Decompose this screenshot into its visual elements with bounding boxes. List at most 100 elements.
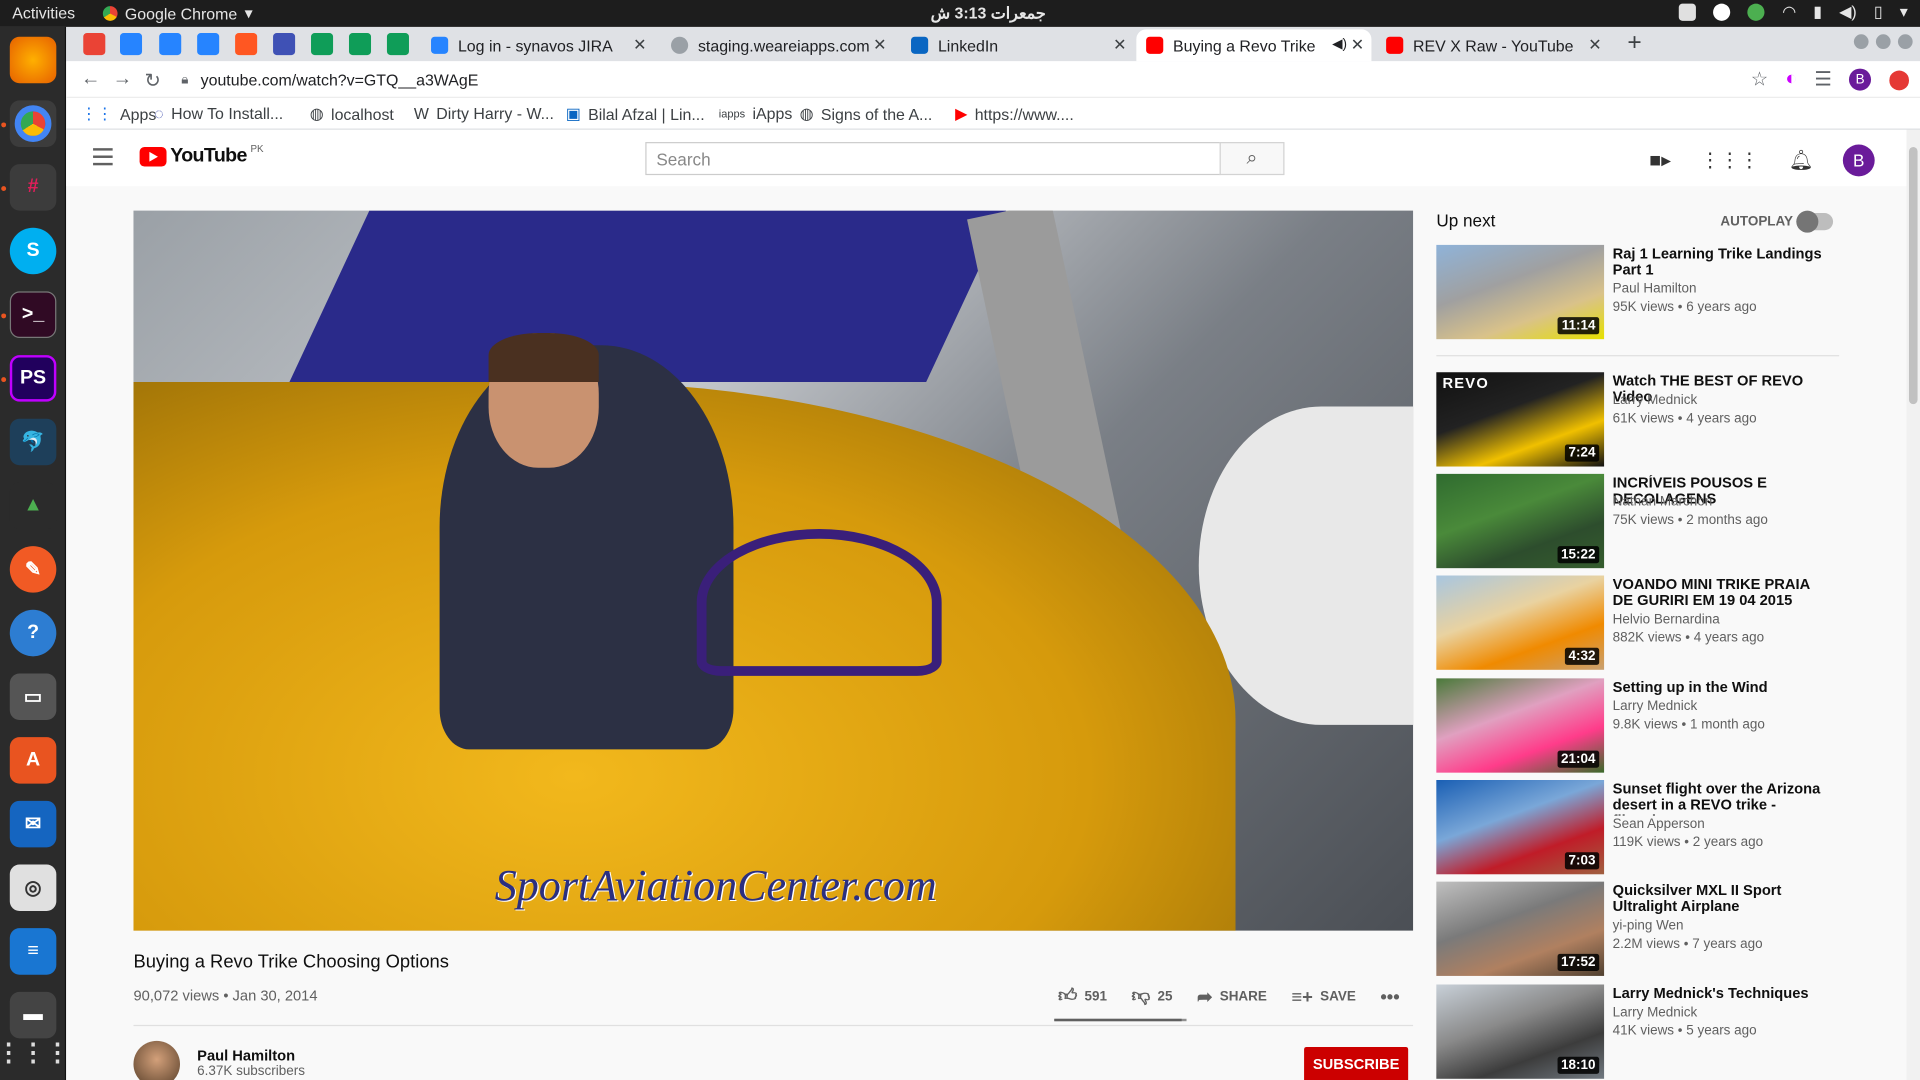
check-tray-icon[interactable] [1747, 3, 1766, 21]
video-title[interactable]: Setting up in the Wind [1613, 680, 1827, 696]
sheets-pinned-tab-1[interactable] [311, 33, 334, 56]
channel-name[interactable]: Larry Mednick [1613, 393, 1698, 408]
sheets-pinned-tab-3[interactable] [386, 33, 409, 56]
bookmark-iapps[interactable]: iapps iApps [719, 104, 793, 122]
bookmark-apps[interactable]: ⋮⋮ Apps [81, 104, 156, 124]
bookmark-dirty-harry[interactable]: W Dirty Harry - W... [414, 104, 554, 122]
new-tab-button[interactable]: + [1627, 29, 1641, 57]
up-next-video-card[interactable]: 18:10 Larry Mednick's Techniques Larry Med… [1436, 984, 1840, 1080]
back-icon[interactable]: ← [81, 69, 101, 91]
video-title[interactable]: Sunset flight over the Arizona desert in… [1613, 781, 1827, 815]
profile-avatar[interactable]: B [1849, 68, 1872, 91]
minimize-icon[interactable] [1853, 34, 1869, 49]
jira-pinned-tab-2[interactable] [159, 33, 182, 56]
video-title[interactable]: VOANDO MINI TRIKE PRAIA DE GURIRI EM 19 … [1613, 577, 1827, 609]
phpstorm-icon[interactable]: PS [9, 355, 57, 402]
account-avatar[interactable]: B [1842, 144, 1875, 177]
url-text[interactable]: youtube.com/watch?v=GTQ__a3WAgE [201, 70, 479, 88]
calendar-pinned-tab[interactable] [273, 33, 296, 56]
video-thumbnail[interactable]: 15:22 [1436, 473, 1605, 569]
bookmark-signs[interactable]: ◍ Signs of the A... [800, 104, 933, 124]
close-window-icon[interactable] [1897, 34, 1913, 49]
reload-icon[interactable]: ↻ [144, 69, 160, 93]
address-bar[interactable]: 🔒︎ youtube.com/watch?v=GTQ__a3WAgE [174, 65, 1766, 94]
lock-icon[interactable]: ▮ [1813, 2, 1822, 22]
channel-name[interactable]: Larry Mednick [1613, 1005, 1698, 1020]
channel-name[interactable]: Larry Mednick [1613, 699, 1698, 714]
apps-grid-icon[interactable]: ⋮⋮⋮ [1700, 148, 1759, 172]
youtube-logo[interactable]: YouTube PK [139, 143, 264, 168]
like-button[interactable]: 👍︎ 591 [1058, 986, 1107, 1008]
bookmark-how-to-install[interactable]: ◌ How To Install... [154, 104, 283, 122]
tab-rev-x[interactable]: REV X Raw - YouTube ✕ [1376, 29, 1609, 61]
up-next-video-card[interactable]: 21:04 Setting up in the Wind Larry Mednick… [1436, 678, 1840, 774]
dislike-button[interactable]: 👎︎ 25 [1131, 986, 1172, 1008]
postman-icon[interactable]: ✎ [9, 546, 57, 593]
app-menu[interactable]: Google Chrome ▾ [102, 4, 253, 24]
channel-avatar[interactable] [133, 1040, 181, 1080]
forward-icon[interactable]: → [113, 69, 133, 91]
video-title[interactable]: Quicksilver MXL II Sport Ultralight Airp… [1613, 883, 1827, 915]
jira-pinned-tab-3[interactable] [197, 33, 220, 56]
page-scrollbar[interactable] [1906, 129, 1920, 1080]
lock-icon[interactable]: 🔒︎ [181, 72, 188, 88]
video-thumbnail[interactable]: 21:04 [1436, 678, 1605, 773]
jira-pinned-tab-1[interactable] [120, 33, 143, 56]
channel-name[interactable]: yi-ping Wen [1613, 918, 1684, 933]
channel-name[interactable]: Sean Apperson [1613, 817, 1705, 832]
terminal-icon[interactable]: >_ [9, 291, 57, 338]
software-center-icon[interactable]: A [9, 737, 57, 784]
mysql-workbench-icon[interactable]: 🐬 [9, 418, 57, 466]
libreoffice-writer-icon[interactable]: ≡ [9, 928, 57, 975]
close-tab-icon[interactable]: ✕ [1351, 36, 1364, 56]
search-button[interactable]: ⌕ [1219, 142, 1285, 176]
channel-name[interactable]: Helvio Bernardina [1613, 612, 1720, 627]
clock[interactable]: جمعرات 3:13 ش [931, 4, 1046, 24]
video-thumbnail[interactable]: REVO 7:24 [1436, 372, 1605, 467]
chrome-dock-icon[interactable] [9, 100, 57, 147]
skype-icon[interactable]: S [9, 227, 57, 275]
video-thumbnail[interactable]: 17:52 [1436, 881, 1605, 976]
sheets-pinned-tab-2[interactable] [348, 33, 372, 56]
close-tab-icon[interactable]: ✕ [633, 36, 646, 56]
up-next-video-card[interactable]: 4:32 VOANDO MINI TRIKE PRAIA DE GURIRI EM… [1436, 575, 1840, 672]
bookmark-youtube-url[interactable]: ▶ https://www.... [955, 104, 1074, 124]
record-tray-icon[interactable] [1713, 3, 1731, 21]
firefox-icon[interactable] [9, 36, 57, 84]
video-thumbnail[interactable]: 11:14 [1436, 244, 1605, 340]
close-tab-icon[interactable]: ✕ [1588, 36, 1601, 56]
video-thumbnail[interactable]: 18:10 [1436, 984, 1605, 1079]
slack-tray-icon[interactable] [1679, 3, 1697, 21]
dark-reader-icon[interactable]: ◐ [1785, 69, 1797, 91]
close-tab-icon[interactable]: ✕ [873, 36, 886, 56]
pinned-tab-5[interactable] [235, 33, 258, 56]
show-applications-icon[interactable]: ⋮⋮⋮ [0, 1029, 70, 1076]
rhythmbox-icon[interactable]: ◎ [9, 864, 57, 912]
slack-icon[interactable]: # [9, 164, 57, 211]
tab-linkedin[interactable]: LinkedIn ✕ [901, 29, 1134, 61]
files-icon[interactable]: ▭ [9, 673, 57, 721]
wifi-icon[interactable]: ◠ [1782, 2, 1796, 22]
activities-button[interactable]: Activities [12, 4, 75, 22]
channel-name[interactable]: Paul Hamilton [197, 1047, 295, 1064]
tab-jira[interactable]: Log in - synavos JIRA ✕ [421, 29, 654, 61]
bookmark-star-icon[interactable]: ☆ [1751, 67, 1769, 91]
chevron-down-icon[interactable]: ▾ [1900, 2, 1908, 22]
video-player[interactable]: SportAviationCenter.com [133, 210, 1414, 931]
menu-icon[interactable] [93, 148, 113, 166]
battery-icon[interactable]: ▯ [1874, 2, 1883, 22]
bookmark-localhost[interactable]: ◍ localhost [310, 104, 394, 124]
notifications-bell-icon[interactable]: 🔔︎ [1789, 148, 1814, 172]
up-next-video-card[interactable]: REVO 7:24 Watch THE BEST OF REVO Video Larr… [1436, 372, 1840, 468]
tab-youtube-active[interactable]: Buying a Revo Trike Ch ◀) ✕ [1136, 29, 1372, 62]
robo3t-icon[interactable]: ▲ [9, 482, 57, 529]
video-thumbnail[interactable]: 4:32 [1436, 575, 1605, 670]
scrollbar-thumb[interactable] [1908, 146, 1918, 405]
more-actions-button[interactable]: ••• [1380, 986, 1399, 1007]
subscribe-button[interactable]: SUBSCRIBE [1304, 1046, 1409, 1080]
volume-icon[interactable]: ◀) [1839, 2, 1857, 22]
video-thumbnail[interactable]: 7:03 [1436, 780, 1605, 875]
channel-name[interactable]: Nathan Marchon [1613, 495, 1713, 510]
video-title[interactable]: Larry Mednick's Techniques [1613, 986, 1827, 1002]
up-next-video-card[interactable]: 15:22 INCRÍVEIS POUSOS E DECOLAGENS Nathan… [1436, 473, 1840, 570]
